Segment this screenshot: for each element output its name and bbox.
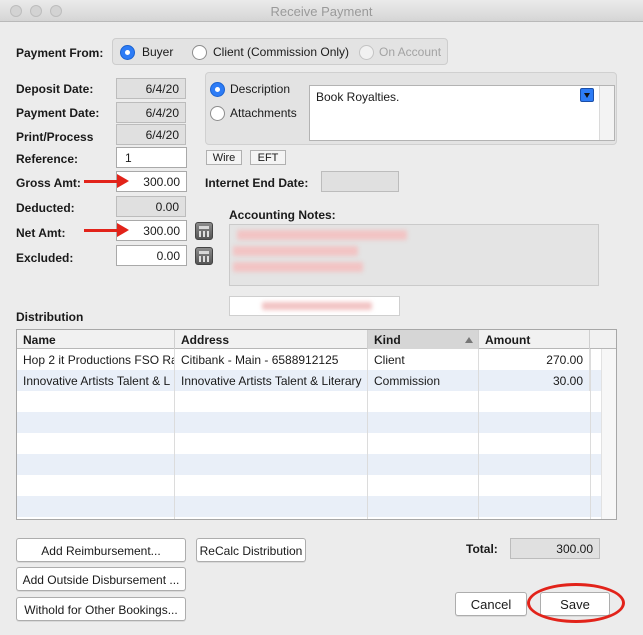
deducted-label: Deducted: — [16, 201, 75, 215]
table-row-empty — [17, 412, 616, 433]
description-scrollbar[interactable] — [599, 86, 614, 140]
total-label: Total: — [466, 542, 498, 556]
column-header-name[interactable]: Name — [17, 330, 175, 349]
add-reimbursement-button[interactable]: Add Reimbursement... — [16, 538, 186, 562]
cell-address: Citibank - Main - 6588912125 — [175, 349, 368, 370]
payment-date-label: Payment Date: — [16, 106, 100, 120]
net-amt-calculator-icon[interactable] — [195, 222, 213, 240]
redacted-note-line — [237, 230, 407, 240]
table-row-empty — [17, 433, 616, 454]
radio-client-commission-only[interactable] — [192, 45, 207, 60]
column-header-address[interactable]: Address — [175, 330, 368, 349]
cell-amount: 270.00 — [479, 349, 590, 370]
table-row-empty — [17, 496, 616, 517]
radio-description-label[interactable]: Description — [230, 82, 290, 96]
internet-end-date-field — [321, 171, 399, 192]
annotation-arrow-gross — [84, 174, 129, 188]
column-divider — [174, 349, 175, 519]
deposit-date-label: Deposit Date: — [16, 82, 94, 96]
excluded-label: Excluded: — [16, 251, 74, 265]
table-scrollbar[interactable] — [601, 349, 616, 519]
radio-on-account — [359, 45, 374, 60]
radio-attachments[interactable] — [210, 106, 225, 121]
annotation-circle-save — [527, 583, 625, 623]
cell-address: Innovative Artists Talent & Literary — [175, 370, 368, 391]
cell-amount: 30.00 — [479, 370, 590, 391]
chevron-down-icon — [584, 93, 590, 98]
cell-kind: Commission — [368, 370, 479, 391]
gross-amt-label: Gross Amt: — [16, 176, 81, 190]
radio-client-label[interactable]: Client (Commission Only) — [213, 45, 349, 59]
redacted-note-line — [233, 246, 358, 256]
total-field: 300.00 — [510, 538, 600, 559]
radio-description[interactable] — [210, 82, 225, 97]
payment-date-field: 6/4/20 — [116, 102, 186, 123]
withold-other-bookings-button[interactable]: Withold for Other Bookings... — [16, 597, 186, 621]
table-row-empty — [17, 475, 616, 496]
radio-attachments-label[interactable]: Attachments — [230, 106, 297, 120]
sort-ascending-icon — [465, 337, 473, 343]
cell-kind: Client — [368, 349, 479, 370]
reference-label: Reference: — [16, 152, 79, 166]
excluded-input[interactable]: 0.00 — [116, 245, 187, 266]
column-header-kind[interactable]: Kind — [368, 330, 479, 349]
cell-name: Innovative Artists Talent & L — [17, 370, 175, 391]
wire-button[interactable]: Wire — [206, 150, 242, 165]
column-divider — [590, 349, 591, 519]
table-row[interactable]: Hop 2 it Productions FSO Ra Citibank - M… — [17, 349, 616, 370]
cancel-button[interactable]: Cancel — [455, 592, 527, 616]
cell-name: Hop 2 it Productions FSO Ra — [17, 349, 175, 370]
annotation-arrow-net — [84, 223, 129, 237]
payment-from-label: Payment From: — [16, 46, 104, 60]
radio-buyer[interactable] — [120, 45, 135, 60]
radio-buyer-label[interactable]: Buyer — [142, 45, 173, 59]
add-outside-disbursement-button[interactable]: Add Outside Disbursement ... — [16, 567, 186, 591]
column-divider — [367, 349, 368, 519]
distribution-label: Distribution — [16, 310, 84, 324]
window-title: Receive Payment — [270, 4, 373, 19]
distribution-table: Name Address Kind Amount Hop 2 it Produc… — [16, 329, 617, 520]
deposit-date-field: 6/4/20 — [116, 78, 186, 99]
excluded-calculator-icon[interactable] — [195, 247, 213, 265]
table-row-empty — [17, 391, 616, 412]
description-dropdown-button[interactable] — [580, 88, 594, 102]
internet-end-date-label: Internet End Date: — [205, 176, 309, 190]
redacted-note-line — [262, 302, 372, 310]
eft-button[interactable]: EFT — [250, 150, 286, 165]
print-process-field: 6/4/20 — [116, 124, 186, 145]
deducted-field: 0.00 — [116, 196, 186, 217]
redacted-note-line — [233, 262, 363, 272]
table-row-empty — [17, 454, 616, 475]
reference-input[interactable]: 1 — [116, 147, 187, 168]
column-divider — [478, 349, 479, 519]
recalc-distribution-button[interactable]: ReCalc Distribution — [196, 538, 306, 562]
print-process-label: Print/Process — [16, 130, 94, 144]
table-row[interactable]: Innovative Artists Talent & L Innovative… — [17, 370, 616, 391]
column-header-amount[interactable]: Amount — [479, 330, 590, 349]
description-text: Book Royalties. — [316, 90, 400, 104]
radio-on-account-label: On Account — [379, 45, 442, 59]
accounting-notes-label: Accounting Notes: — [229, 208, 336, 222]
net-amt-label: Net Amt: — [16, 226, 66, 240]
